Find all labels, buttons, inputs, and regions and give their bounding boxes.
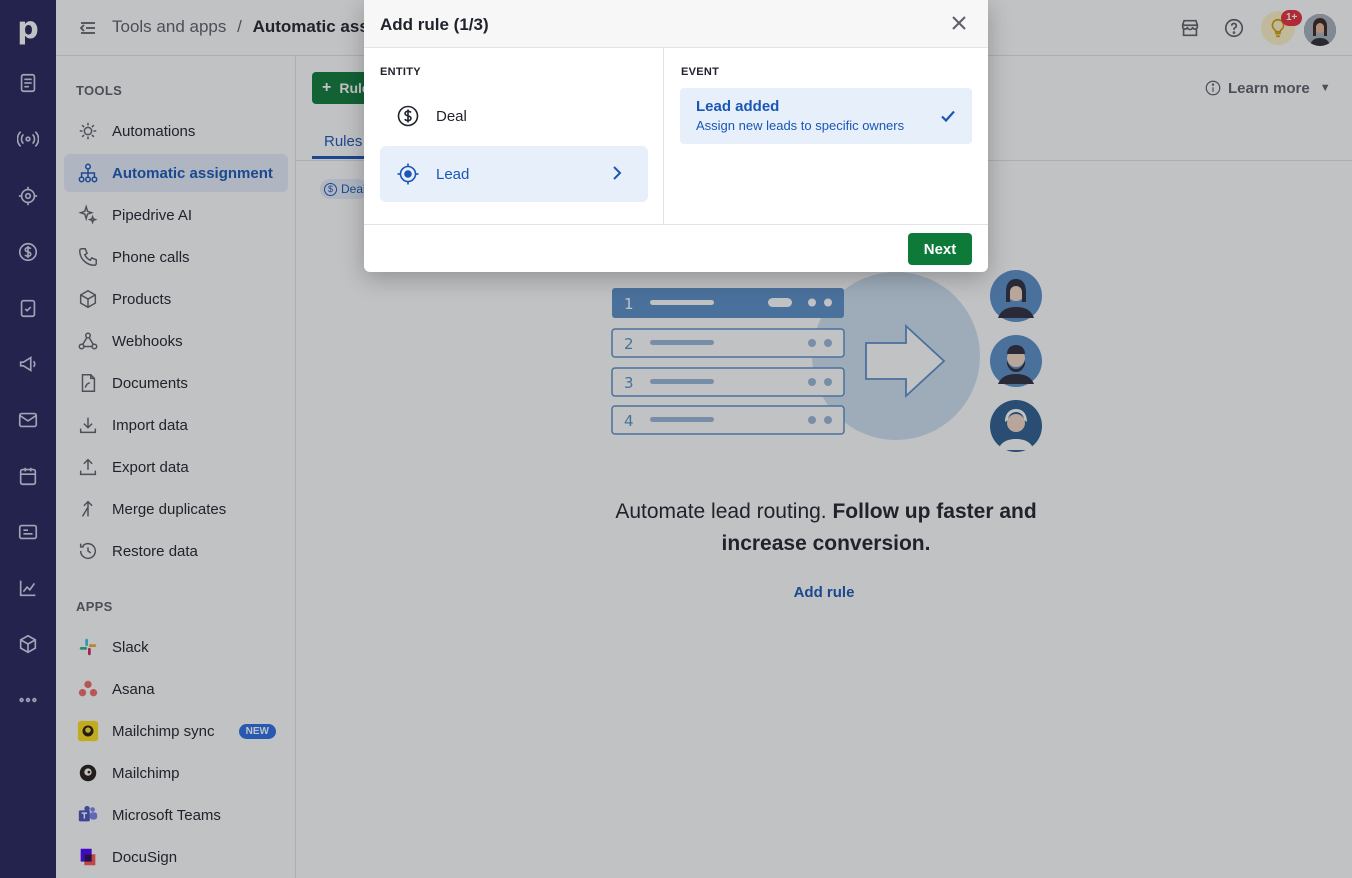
entity-option-label: Lead (436, 165, 470, 183)
add-rule-modal: Add rule (1/3) ENTITY Deal Lead EVENT Le… (364, 0, 988, 272)
next-button[interactable]: Next (908, 233, 972, 265)
event-title: Lead added (696, 98, 780, 115)
modal-footer: Next (364, 224, 988, 272)
entity-option-lead[interactable]: Lead (380, 146, 648, 202)
modal-header: Add rule (1/3) (364, 0, 988, 48)
event-label: EVENT (681, 66, 720, 78)
chevron-right-icon (608, 164, 628, 184)
entity-column: ENTITY Deal Lead (364, 48, 664, 224)
entity-option-deal[interactable]: Deal (380, 88, 648, 144)
checkmark-icon (940, 108, 956, 124)
entity-option-label: Deal (436, 107, 467, 125)
entity-label: ENTITY (380, 66, 421, 78)
close-icon[interactable] (950, 14, 970, 34)
event-description: Assign new leads to specific owners (696, 118, 905, 133)
modal-title: Add rule (1/3) (380, 15, 489, 34)
event-option-lead-added[interactable]: Lead added Assign new leads to specific … (680, 88, 972, 144)
target-icon (396, 162, 420, 186)
dollar-icon (396, 104, 420, 128)
event-column: EVENT Lead added Assign new leads to spe… (664, 48, 988, 224)
